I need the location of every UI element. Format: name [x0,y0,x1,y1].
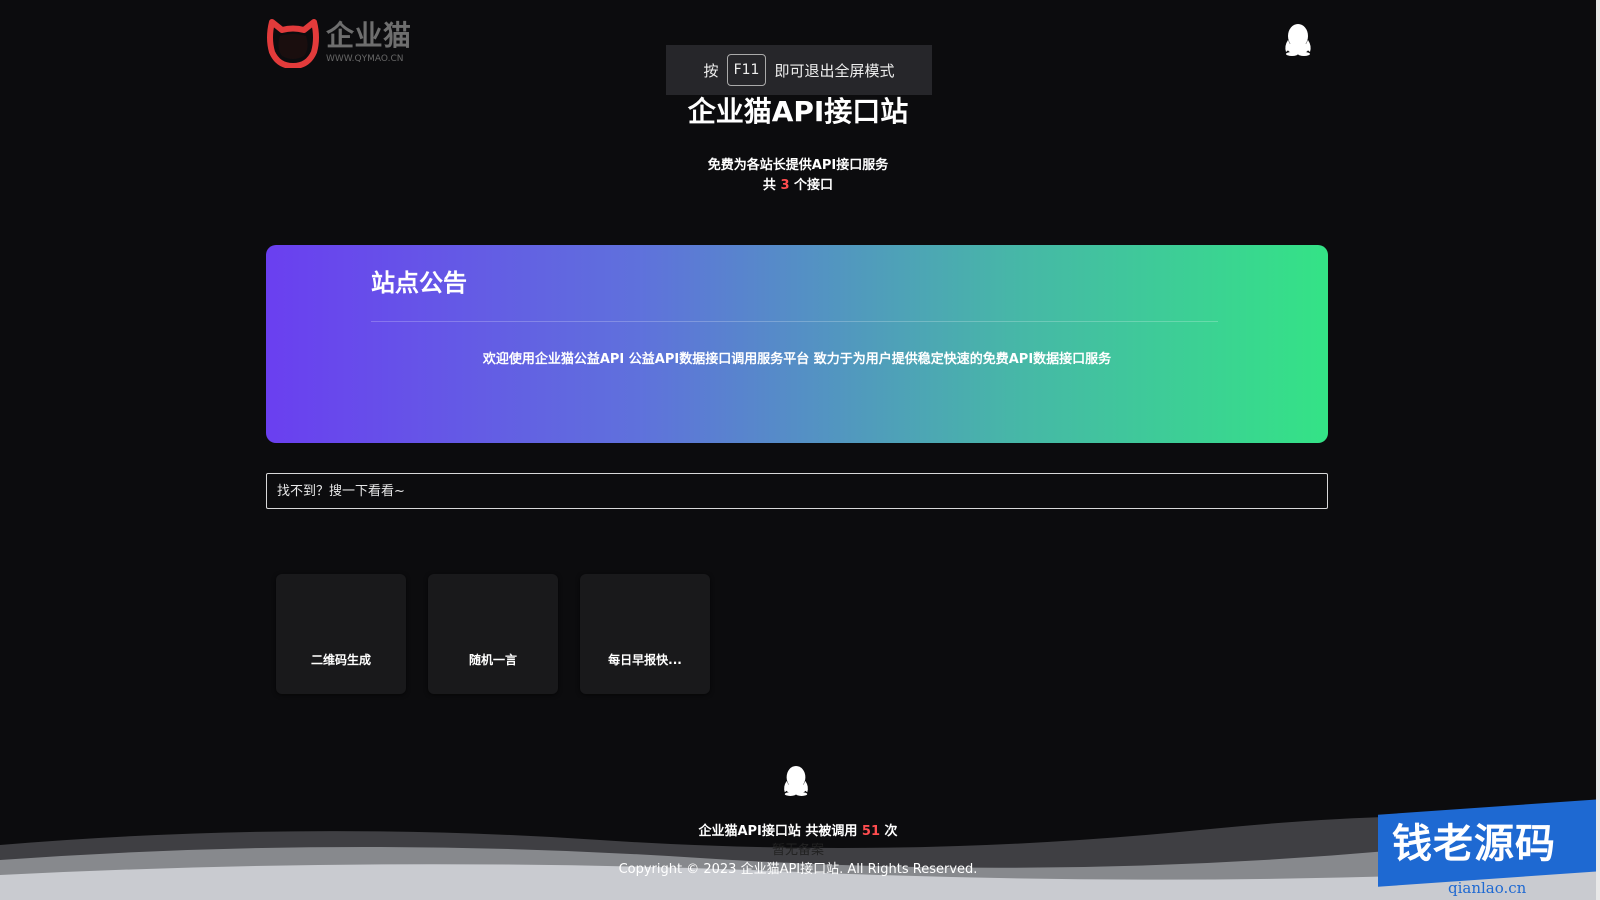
api-card-qrcode[interactable]: 二维码生成 [276,574,406,694]
count-suffix: 个接口 [794,178,834,193]
toast-prefix: 按 [703,61,719,80]
api-card-label: 二维码生成 [310,653,371,667]
scrollbar-edge[interactable] [1596,0,1600,900]
count-prefix: 共 [762,178,776,193]
logo-url: WWW.QYMAO.CN [326,54,404,64]
site-announcement-card: 站点公告 欢迎使用企业猫公益API 公益API数据接口调用服务平台 致力于为用户… [266,245,1328,443]
qq-penguin-icon[interactable] [781,764,811,796]
api-card-random-quote[interactable]: 随机一言 [428,574,558,694]
api-card-label: 每日早报快... [608,653,682,667]
watermark: 钱老源码 qianlao.cn [1378,793,1600,900]
footer-call-stats: 企业猫API接口站 共被调用 51 次 [0,820,1596,839]
watermark-text: 钱老源码 [1392,821,1556,867]
toast-suffix: 即可退出全屏模式 [774,61,895,80]
page-subtitle: 免费为各站长提供API接口服务 [707,158,889,173]
fullscreen-exit-toast: 按 F11 即可退出全屏模式 [666,45,932,95]
watermark-url: qianlao.cn [1448,879,1527,897]
page-title: 企业猫API接口站 [687,95,909,128]
api-card-daily-news[interactable]: 每日早报快... [580,574,710,694]
logo-name: 企业猫 [326,19,412,52]
f11-key: F11 [726,54,767,86]
api-count-line: 共 3 个接口 [0,174,1596,193]
qq-penguin-icon[interactable] [1282,22,1314,56]
api-card-list: 二维码生成 随机一言 每日早报快... [276,574,710,694]
cat-head-logo-icon [267,19,319,68]
search-input[interactable] [266,473,1328,509]
api-count: 3 [780,178,790,193]
announcement-divider [371,321,1218,322]
stats-prefix: 企业猫API接口站 共被调用 [698,824,858,839]
stats-suffix: 次 [884,824,898,839]
footer-copyright: Copyright © 2023 企业猫API接口站. All Rights R… [618,862,978,877]
announcement-title: 站点公告 [371,269,467,297]
site-logo[interactable]: 企业猫 WWW.QYMAO.CN [266,18,412,68]
page: 企业猫 WWW.QYMAO.CN 按 F11 即可退出全屏模式 企业猫API接口… [0,0,1600,900]
logo-text: 企业猫 WWW.QYMAO.CN [326,20,412,65]
call-count: 51 [861,824,881,839]
announcement-text: 欢迎使用企业猫公益API 公益API数据接口调用服务平台 致力于为用户提供稳定快… [482,352,1112,367]
footer-beian: 暂无备案 [771,843,824,858]
api-card-label: 随机一言 [468,653,517,667]
